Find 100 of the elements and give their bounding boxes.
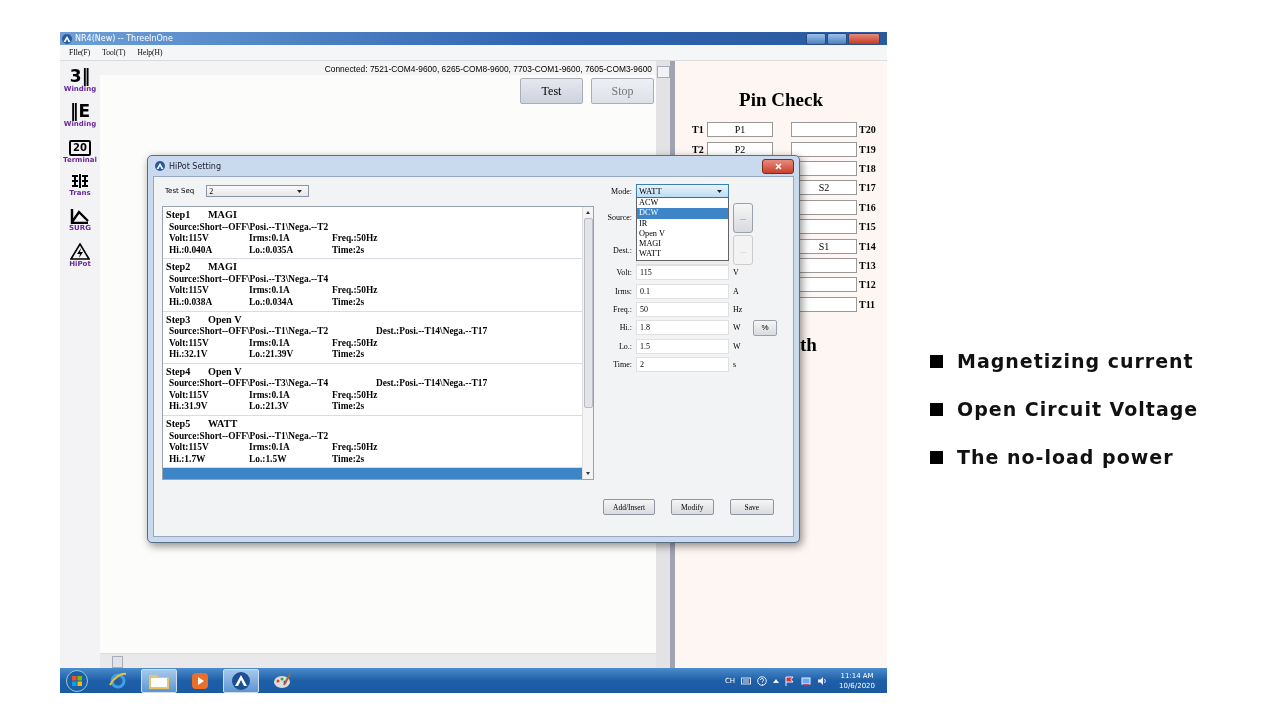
step-value: Volt:115V (169, 233, 210, 245)
step-value: Time:2s (332, 349, 365, 361)
step-value: Irms:0.1A (249, 233, 291, 245)
show-hidden-icons-icon (773, 677, 780, 684)
unit-label: W (733, 323, 742, 333)
dropdown-option[interactable]: IR (637, 218, 728, 229)
dropdown-option[interactable]: Open V (637, 228, 728, 240)
unit-label: s (733, 359, 738, 369)
step-value: Freq.:50Hz (332, 285, 378, 297)
pin-field[interactable] (791, 141, 857, 157)
app-logo-icon (155, 161, 165, 171)
input-field[interactable]: 1.5 (636, 338, 729, 354)
flag-icon (785, 675, 796, 686)
transformer-icon (70, 173, 90, 189)
step-source: Source:Short--OFF\Posi.--T1\Nega.--T2 (169, 326, 330, 338)
scroll-thumb[interactable] (112, 656, 123, 668)
bullet-text: Open Circuit Voltage (957, 397, 1199, 422)
caret-icon (717, 189, 722, 193)
step-value: Hi.:32.1V (169, 349, 209, 361)
help-icon (757, 675, 768, 686)
unit-label: V (733, 268, 740, 278)
dropdown-option[interactable]: DCW (637, 208, 728, 219)
step-value: Lo.:0.034A (249, 296, 295, 309)
terminal-label: T2 (692, 143, 705, 155)
scroll-up-icon[interactable] (586, 211, 590, 214)
step-value: Hi.:0.038A (169, 296, 214, 309)
scroll-thumb[interactable] (657, 66, 670, 78)
browser-icon (108, 670, 128, 691)
step-value: Time:2s (332, 401, 365, 413)
step-name: Step3 (166, 313, 192, 327)
input-field[interactable]: 2 (636, 356, 729, 372)
terminal-label: T1 (692, 124, 705, 136)
input-field[interactable]: 50 (636, 302, 729, 317)
step-mode: MAGI (208, 261, 237, 274)
dialog-title: HiPot Setting (169, 161, 221, 171)
connection-status: Connected: 7521-COM4-9600, 6265-COM8-9600, 7703-COM1-9600, 7605-COM3-9600 (100, 61, 656, 75)
taskbar-app[interactable] (141, 668, 177, 693)
tool-glyph: 20 (69, 140, 91, 156)
pin-field[interactable]: P1 (707, 122, 773, 138)
terminal-label: T11 (858, 298, 876, 310)
maximize-button[interactable] (827, 32, 847, 45)
unit-label: A (733, 286, 740, 296)
field-label: Lo.: (617, 341, 632, 351)
test-button[interactable]: Test (520, 78, 583, 104)
step-source: Source:Short--OFF\Posi.--T3\Nega.--T4 (169, 378, 330, 390)
keyboard-icon (741, 676, 752, 685)
scroll-down-icon[interactable] (586, 472, 590, 475)
dropdown-option[interactable]: WATT (637, 249, 728, 260)
close-button[interactable] (762, 158, 794, 174)
window-title: NR4(New) -- ThreeInOne (75, 34, 173, 43)
terminal-label: T19 (858, 143, 876, 155)
input-field[interactable]: 0.1 (636, 283, 729, 299)
close-button[interactable] (848, 32, 880, 45)
step-value: Time:2s (332, 244, 365, 256)
step-mode: WATT (208, 418, 238, 431)
mode-dropdown[interactable]: WATT (636, 184, 729, 198)
tool-glyph: 3‖ (69, 68, 91, 85)
step-value: Hi.:31.9V (169, 401, 209, 413)
step-dest: Dest.:Posi.--T14\Nega.--T17 (376, 378, 488, 390)
dropdown-option[interactable]: ACW (637, 198, 728, 209)
step-value: Time:2s (332, 296, 365, 309)
step-dest: Dest.:Posi.--T14\Nega.--T17 (376, 326, 488, 338)
step-source: Source:Short--OFF\Posi.--T3\Nega.--T4 (169, 273, 330, 286)
test-seq-dropdown[interactable]: 2 (206, 185, 310, 197)
step-value: Lo.:0.035A (249, 244, 295, 256)
step-value: Hi.:1.7W (169, 453, 207, 466)
vertical-scrollbar[interactable] (582, 207, 593, 479)
terminal-label: T14 (858, 240, 876, 252)
field-label: Time: (612, 359, 632, 369)
high-voltage-icon (70, 243, 90, 260)
terminal-label: T16 (858, 201, 876, 213)
tool-glyph: ‖E (69, 103, 91, 120)
scroll-thumb[interactable] (583, 218, 593, 408)
field-label: Mode: (610, 186, 632, 196)
terminal-label: T13 (858, 259, 876, 271)
step-name: Step1 (166, 209, 192, 222)
step-value: Freq.:50Hz (332, 233, 378, 245)
step-value: Volt:115V (169, 337, 210, 350)
minimize-button[interactable] (806, 32, 826, 45)
terminal-label: T20 (858, 124, 876, 136)
field-label: Hi.: (618, 323, 632, 333)
input-field[interactable]: 115 (636, 265, 729, 281)
bullet-icon (930, 450, 943, 464)
taskbar-app[interactable] (223, 668, 259, 693)
panel-title: th (800, 333, 817, 356)
step-name: Step5 (166, 418, 192, 431)
unit-label: W (733, 341, 742, 351)
step-value: Volt:115V (169, 285, 210, 297)
horizontal-scrollbar[interactable] (100, 653, 656, 668)
network-icon (801, 675, 812, 686)
pin-field[interactable] (791, 122, 857, 138)
step-value: Irms:0.1A (249, 285, 291, 297)
app-logo-icon (231, 670, 251, 691)
field-label: Volt: (615, 268, 632, 278)
percent-button[interactable]: % (753, 319, 777, 336)
terminal-label: T15 (858, 221, 876, 233)
input-field[interactable]: 1.8 (636, 320, 729, 336)
panel-title: Pin Check (738, 89, 824, 112)
dropdown-option[interactable]: MAGI (637, 239, 728, 250)
step-source: Source:Short--OFF\Posi.--T1\Nega.--T2 (169, 430, 330, 443)
